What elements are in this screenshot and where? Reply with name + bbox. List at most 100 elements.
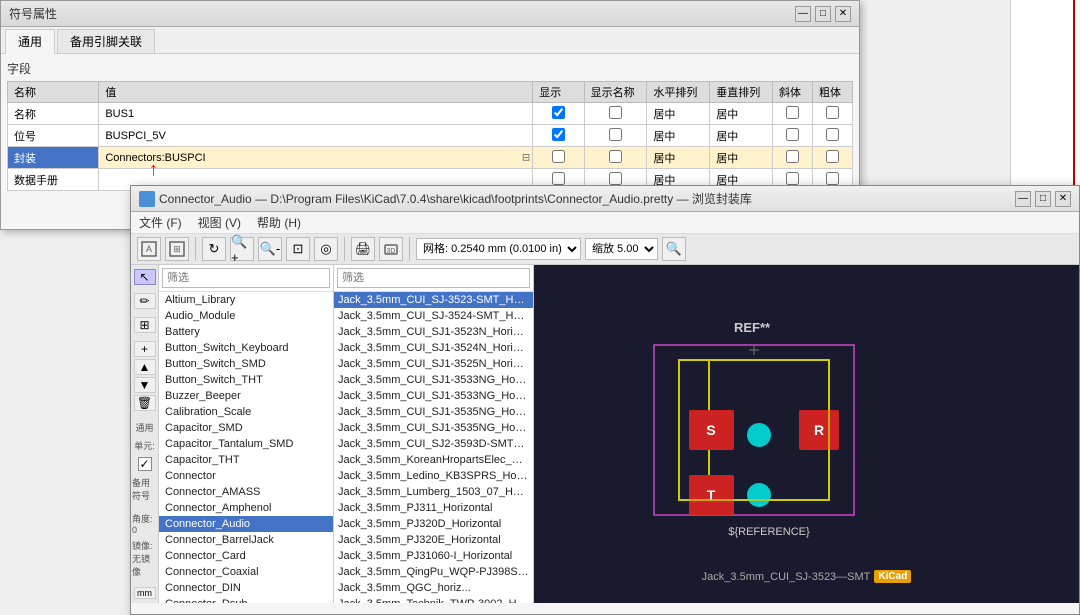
fp-item[interactable]: Jack_3.5mm_CUI_SJ1-3523N_Horizont... <box>334 324 533 340</box>
lib-item[interactable]: Button_Switch_SMD <box>159 356 333 372</box>
lib-item-connector-coaxial[interactable]: Connector_Coaxial <box>159 564 333 580</box>
fp-item[interactable]: Jack_3.5mm_KoreanHropartsElec_PJ-3... <box>334 452 533 468</box>
fp-item[interactable]: Jack_3.5mm_CUI_SJ1-3533NG_Horiz... <box>334 388 533 404</box>
side-checkbox[interactable]: ✓ <box>138 457 152 471</box>
lib-item[interactable]: Button_Switch_Keyboard <box>159 340 333 356</box>
lib-item[interactable]: Calibration_Scale <box>159 404 333 420</box>
fp-item[interactable]: Jack_3.5mm_CUI_SJ1-3533NG_Horiz... <box>334 372 533 388</box>
side-cursor-btn[interactable]: ↖ <box>134 269 156 285</box>
fp-item[interactable]: Jack_3.5mm_CUI_SJ2-3593D-SMT_Hor... <box>334 436 533 452</box>
row-bold-2[interactable] <box>812 147 852 169</box>
lib-item[interactable]: Connector_Amphenol <box>159 500 333 516</box>
side-draw-btn[interactable]: ✏ <box>134 293 156 309</box>
toolbar-refresh-btn[interactable]: ↻ <box>202 237 226 261</box>
lib-item[interactable]: Battery <box>159 324 333 340</box>
fp-close-button[interactable]: ✕ <box>1055 191 1071 207</box>
fp-item[interactable]: Jack_3.5mm_Technik_TWP-3002_Horiz... <box>334 596 533 603</box>
fp-item[interactable]: Jack_3.5mm_CUI_SJ-3523-SMT_Horiz... <box>334 292 533 308</box>
fp-library-panel: Altium_Library Audio_Module Battery Butt… <box>159 265 334 603</box>
row-show-1[interactable] <box>533 125 584 147</box>
fp-fp-filter-input[interactable] <box>337 268 530 288</box>
row-name-3: 数据手册 <box>8 169 99 191</box>
fp-item[interactable]: Jack_3.5mm_QGC_horiz... <box>334 580 533 596</box>
row-showname-0[interactable] <box>584 103 647 125</box>
lib-item[interactable]: Capacitor_THT <box>159 452 333 468</box>
row-italic-1[interactable] <box>773 125 813 147</box>
tab-general[interactable]: 通用 <box>5 29 55 54</box>
lib-item[interactable]: Capacitor_SMD <box>159 420 333 436</box>
props-table: 名称 值 显示 显示名称 水平排列 垂直排列 斜体 粗体 名称 BUS1 居中 <box>7 81 853 191</box>
lib-item[interactable]: Connector_DIN <box>159 580 333 596</box>
row-bold-1[interactable] <box>812 125 852 147</box>
lib-item[interactable]: Buzzer_Beeper <box>159 388 333 404</box>
row-valign-2: 居中 <box>710 147 773 169</box>
row-halign-2: 居中 <box>647 147 710 169</box>
fp-item[interactable]: Jack_3.5mm_CUI_SJ-3524-SMT_Horiz... <box>334 308 533 324</box>
toolbar-btn-2[interactable]: ⊞ <box>165 237 189 261</box>
lib-item[interactable]: Capacitor_Tantalum_SMD <box>159 436 333 452</box>
toolbar-search-btn[interactable]: 🔍 <box>662 237 686 261</box>
lib-item[interactable]: Button_Switch_THT <box>159 372 333 388</box>
lib-item[interactable]: Altium_Library <box>159 292 333 308</box>
fp-item[interactable]: Jack_3.5mm_PJ311_Horizontal <box>334 500 533 516</box>
row-name-2: 封装 <box>8 147 99 169</box>
fp-fp-filter-box <box>334 265 533 292</box>
side-down-btn[interactable]: ▼ <box>134 377 156 393</box>
lib-item-connector[interactable]: Connector <box>159 468 333 484</box>
side-up-btn[interactable]: ▲ <box>134 359 156 375</box>
row-italic-2[interactable] <box>773 147 813 169</box>
menu-file[interactable]: 文件 (F) <box>139 214 182 231</box>
fp-lib-filter-input[interactable] <box>162 268 330 288</box>
grid-selector[interactable]: 网格: 0.2540 mm (0.0100 in) <box>416 238 581 260</box>
fp-item[interactable]: Jack_3.5mm_PJ31060-I_Horizontal <box>334 548 533 564</box>
fp-body: ↖ ✏ ⊞ + ▲ ▼ 🗑 通用 单元: ✓ 备用符号 角度: 0 镜像: 无镜… <box>131 265 1079 603</box>
side-label-unit: 单元: <box>131 438 158 453</box>
side-grid-btn[interactable]: ⊞ <box>134 317 156 333</box>
fp-item[interactable]: Jack_3.5mm_PJ320E_Horizontal <box>334 532 533 548</box>
menu-view[interactable]: 视图 (V) <box>198 214 241 231</box>
fp-maximize-button[interactable]: □ <box>1035 191 1051 207</box>
fp-item[interactable]: Jack_3.5mm_CUI_SJ1-3524N_Horizont... <box>334 340 533 356</box>
lib-item[interactable]: Connector_AMASS <box>159 484 333 500</box>
fp-item[interactable]: Jack_3.5mm_CUI_SJ1-3525N_Horizont... <box>334 356 533 372</box>
toolbar-print-btn[interactable]: 🖨 <box>351 237 375 261</box>
row-value-0[interactable]: BUS1 <box>99 103 533 125</box>
toolbar-zoom-actual-btn[interactable]: ◎ <box>314 237 338 261</box>
side-add-btn[interactable]: + <box>134 341 156 357</box>
row-value-1[interactable]: BUSPCI_5V <box>99 125 533 147</box>
row-bold-0[interactable] <box>812 103 852 125</box>
lib-item[interactable]: Audio_Module <box>159 308 333 324</box>
lib-item[interactable]: Connector_Dsub <box>159 596 333 603</box>
toolbar-3d-btn[interactable]: 3D <box>379 237 403 261</box>
row-show-2[interactable] <box>533 147 584 169</box>
close-button[interactable]: ✕ <box>835 6 851 22</box>
fp-item[interactable]: Jack_3.5mm_QingPu_WQP-PJ398SM_V... <box>334 564 533 580</box>
fp-item[interactable]: Jack_3.5mm_CUI_SJ1-3535NG_Horiz... <box>334 420 533 436</box>
toolbar-zoom-in-btn[interactable]: 🔍+ <box>230 237 254 261</box>
minimize-button[interactable]: — <box>795 6 811 22</box>
row-value-2[interactable]: Connectors:BUSPCI ⊟ <box>99 147 533 169</box>
side-mm-btn[interactable]: mm <box>134 587 156 599</box>
expand-icon[interactable]: ⊟ <box>522 152 530 163</box>
toolbar-btn-1[interactable]: A <box>137 237 161 261</box>
fp-item[interactable]: Jack_3.5mm_Lumberg_1503_07_Horiz... <box>334 484 533 500</box>
toolbar-zoom-out-btn[interactable]: 🔍- <box>258 237 282 261</box>
row-showname-1[interactable] <box>584 125 647 147</box>
lib-item-connector-audio[interactable]: Connector_Audio <box>159 516 333 532</box>
toolbar-zoom-fit-btn[interactable]: ⊡ <box>286 237 310 261</box>
row-show-0[interactable] <box>533 103 584 125</box>
row-italic-0[interactable] <box>773 103 813 125</box>
fp-item[interactable]: Jack_3.5mm_CUI_SJ1-3535NG_Horiz... <box>334 404 533 420</box>
lib-item[interactable]: Connector_Card <box>159 548 333 564</box>
fp-item[interactable]: Jack_3.5mm_PJ320D_Horizontal <box>334 516 533 532</box>
tab-alt-pins[interactable]: 备用引脚关联 <box>57 29 155 53</box>
lib-item[interactable]: Connector_BarrelJack <box>159 532 333 548</box>
side-delete-btn[interactable]: 🗑 <box>134 395 156 411</box>
zoom-selector[interactable]: 缩放 5.00 <box>585 238 658 260</box>
side-label-alt: 备用符号 <box>131 475 158 503</box>
maximize-button[interactable]: □ <box>815 6 831 22</box>
row-showname-2[interactable] <box>584 147 647 169</box>
fp-item[interactable]: Jack_3.5mm_Ledino_KB3SPRS_Horiz... <box>334 468 533 484</box>
menu-help[interactable]: 帮助 (H) <box>257 214 301 231</box>
fp-minimize-button[interactable]: — <box>1015 191 1031 207</box>
